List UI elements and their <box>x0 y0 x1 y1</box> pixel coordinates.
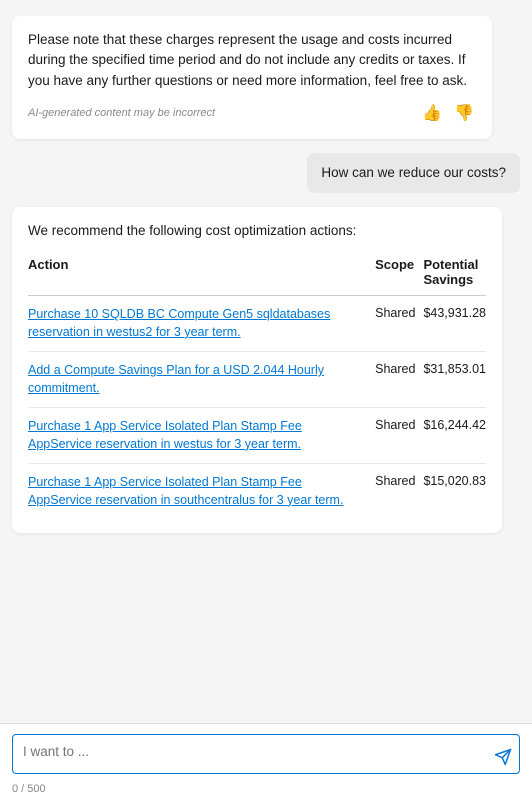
table-body: Purchase 10 SQLDB BC Compute Gen5 sqldat… <box>28 296 486 520</box>
savings-cell-0: $43,931.28 <box>423 296 486 352</box>
user-bubble-1: How can we reduce our costs? <box>307 153 520 193</box>
input-wrapper <box>12 734 520 779</box>
table-row: Purchase 10 SQLDB BC Compute Gen5 sqldat… <box>28 296 486 352</box>
assistant-bubble-2: We recommend the following cost optimiza… <box>12 207 502 533</box>
feedback-icons: 👍 👎 <box>420 101 476 125</box>
table-row: Purchase 1 App Service Isolated Plan Sta… <box>28 408 486 464</box>
cost-table: Action Scope PotentialSavings Purchase 1… <box>28 253 486 519</box>
col-action: Action <box>28 253 375 296</box>
action-link-1[interactable]: Add a Compute Savings Plan for a USD 2.0… <box>28 362 367 397</box>
send-icon <box>494 748 512 766</box>
thumbs-up-icon[interactable]: 👍 <box>420 101 444 125</box>
assistant-text-1: Please note that these charges represent… <box>28 30 476 91</box>
scope-cell-3: Shared <box>375 464 423 520</box>
feedback-row: AI-generated content may be incorrect 👍 … <box>28 101 476 125</box>
char-count: 0 / 500 <box>12 783 520 795</box>
table-header-row: Action Scope PotentialSavings <box>28 253 486 296</box>
col-scope: Scope <box>375 253 423 296</box>
action-link-3[interactable]: Purchase 1 App Service Isolated Plan Sta… <box>28 474 367 509</box>
action-cell-2: Purchase 1 App Service Isolated Plan Sta… <box>28 408 375 464</box>
savings-cell-1: $31,853.01 <box>423 352 486 408</box>
scroll-area[interactable]: Please note that these charges represent… <box>0 0 532 723</box>
action-cell-3: Purchase 1 App Service Isolated Plan Sta… <box>28 464 375 520</box>
chat-container: Please note that these charges represent… <box>0 0 532 805</box>
scope-cell-0: Shared <box>375 296 423 352</box>
table-intro: We recommend the following cost optimiza… <box>28 221 486 241</box>
col-savings: PotentialSavings <box>423 253 486 296</box>
send-button[interactable] <box>494 748 512 766</box>
savings-cell-3: $15,020.83 <box>423 464 486 520</box>
action-cell-0: Purchase 10 SQLDB BC Compute Gen5 sqldat… <box>28 296 375 352</box>
table-row: Purchase 1 App Service Isolated Plan Sta… <box>28 464 486 520</box>
action-link-0[interactable]: Purchase 10 SQLDB BC Compute Gen5 sqldat… <box>28 306 367 341</box>
savings-cell-2: $16,244.42 <box>423 408 486 464</box>
action-cell-1: Add a Compute Savings Plan for a USD 2.0… <box>28 352 375 408</box>
thumbs-down-icon[interactable]: 👎 <box>452 101 476 125</box>
scope-cell-2: Shared <box>375 408 423 464</box>
table-row: Add a Compute Savings Plan for a USD 2.0… <box>28 352 486 408</box>
scope-cell-1: Shared <box>375 352 423 408</box>
input-area: 0 / 500 <box>0 723 532 805</box>
action-link-2[interactable]: Purchase 1 App Service Isolated Plan Sta… <box>28 418 367 453</box>
chat-input[interactable] <box>12 734 520 774</box>
user-text-1: How can we reduce our costs? <box>321 163 506 183</box>
ai-disclaimer: AI-generated content may be incorrect <box>28 107 215 119</box>
assistant-bubble-1: Please note that these charges represent… <box>12 16 492 139</box>
